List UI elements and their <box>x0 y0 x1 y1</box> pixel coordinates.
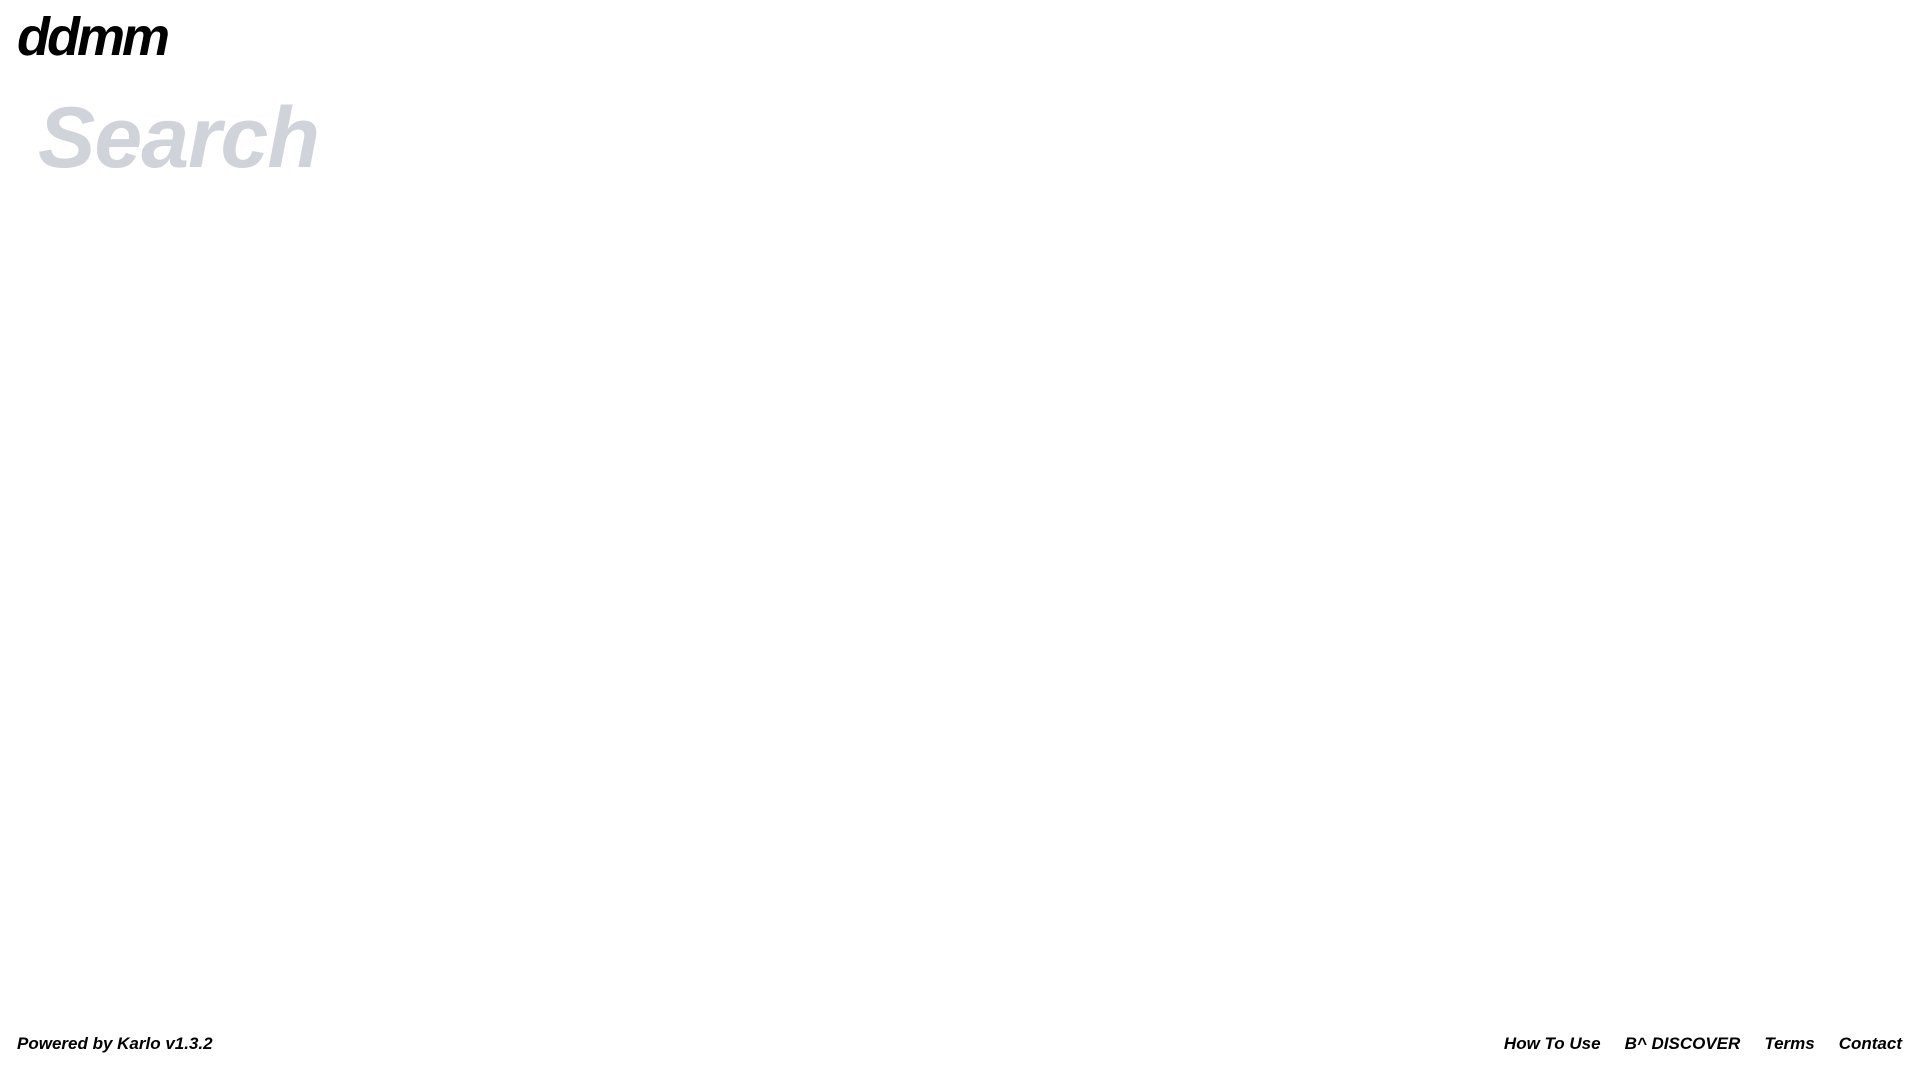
powered-by-text: Powered by Karlo v1.3.2 <box>17 1034 213 1053</box>
logo-link[interactable]: ddmm <box>17 10 170 64</box>
how-to-use-link[interactable]: How To Use <box>1504 1034 1601 1054</box>
terms-link[interactable]: Terms <box>1764 1034 1814 1054</box>
footer-nav: How To Use B^ DISCOVER Terms Contact <box>1504 1034 1902 1054</box>
discover-link[interactable]: B^ DISCOVER <box>1625 1034 1741 1054</box>
search-input[interactable] <box>38 88 1438 188</box>
contact-link[interactable]: Contact <box>1839 1034 1902 1054</box>
footer: Powered by Karlo v1.3.2 How To Use B^ DI… <box>0 1020 1920 1080</box>
page: ddmm Powered by Karlo v1.3.2 How To Use … <box>0 0 1920 1080</box>
